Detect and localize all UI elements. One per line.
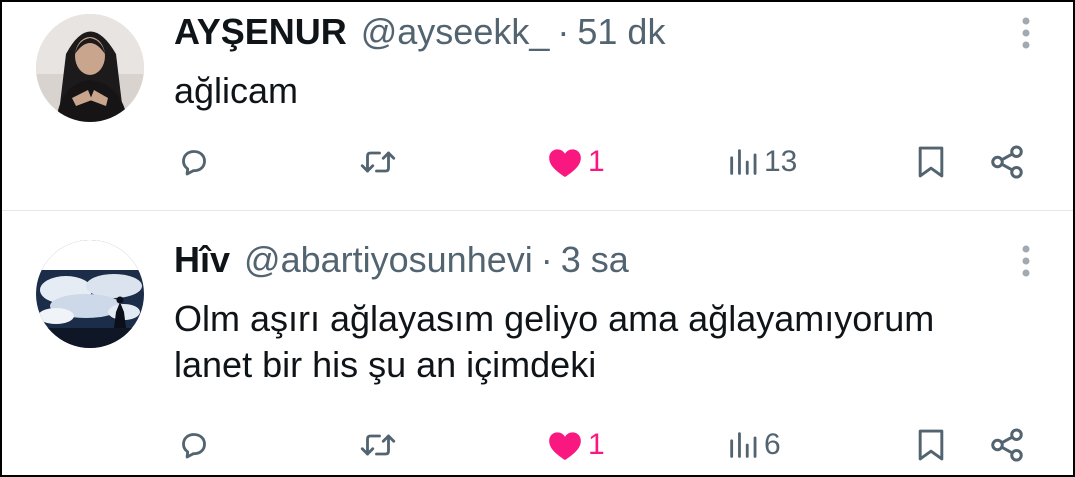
- timestamp[interactable]: 3 sa: [561, 239, 629, 281]
- bookmark-button[interactable]: [914, 420, 948, 470]
- view-count: 13: [764, 145, 798, 178]
- views-button[interactable]: 13: [726, 137, 797, 187]
- share-button[interactable]: [988, 420, 1026, 470]
- bookmark-icon: [918, 429, 944, 461]
- action-bar: 1 13: [2, 137, 1073, 187]
- user-handle[interactable]: @abartiyosunhevi: [244, 239, 533, 281]
- share-icon: [991, 428, 1023, 462]
- tweet-text-line: ağlicam: [174, 70, 299, 111]
- display-name[interactable]: Hîv: [174, 239, 230, 281]
- display-name[interactable]: AYŞENUR: [174, 11, 347, 53]
- tweet-text-line: Olm aşırı ağlayasım geliyo ama ağlayamıy…: [174, 298, 935, 339]
- reply-button[interactable]: [176, 420, 212, 470]
- tweet[interactable]: Hîv @abartiyosunhevi · 3 sa Olm aşırı ağ…: [2, 212, 1073, 475]
- like-count: 1: [588, 428, 605, 461]
- divider: [2, 210, 1073, 211]
- separator-dot: ·: [540, 239, 553, 280]
- action-bar: 1 6: [2, 420, 1073, 470]
- tweet-header: Hîv @abartiyosunhevi · 3 sa: [174, 238, 629, 282]
- views-icon: [730, 432, 757, 458]
- separator-dot: ·: [557, 11, 570, 52]
- like-button[interactable]: 1: [546, 137, 605, 187]
- retweet-button[interactable]: [358, 420, 398, 470]
- like-count: 1: [588, 145, 605, 178]
- reply-icon: [182, 150, 206, 176]
- tweet[interactable]: AYŞENUR @ayseekk_ · 51 dk ağlicam 1 13: [2, 2, 1073, 210]
- tweet-text-line: lanet bir his şu an içimdeki: [174, 344, 597, 385]
- like-button[interactable]: 1: [546, 420, 605, 470]
- views-icon: [730, 149, 757, 175]
- retweet-button[interactable]: [358, 137, 398, 187]
- share-icon: [991, 145, 1023, 179]
- heart-filled-icon: [549, 432, 581, 461]
- avatar[interactable]: [36, 14, 144, 122]
- share-button[interactable]: [988, 137, 1026, 187]
- timestamp[interactable]: 51 dk: [577, 11, 665, 53]
- bookmark-button[interactable]: [914, 137, 948, 187]
- reply-button[interactable]: [176, 137, 212, 187]
- retweet-icon: [360, 151, 396, 173]
- tweet-thread: AYŞENUR @ayseekk_ · 51 dk ağlicam 1 13 H…: [0, 0, 1075, 477]
- avatar[interactable]: [36, 240, 144, 348]
- tweet-text: Olm aşırı ağlayasım geliyo ama ağlayamıy…: [174, 296, 1054, 388]
- more-vertical-icon[interactable]: [1016, 242, 1036, 282]
- views-button[interactable]: 6: [726, 420, 781, 470]
- user-handle[interactable]: @ayseekk_: [361, 11, 550, 53]
- reply-icon: [182, 433, 206, 459]
- tweet-text: ağlicam: [174, 68, 1054, 114]
- view-count: 6: [764, 428, 781, 461]
- more-vertical-icon[interactable]: [1016, 14, 1036, 54]
- bookmark-icon: [918, 146, 944, 178]
- tweet-header: AYŞENUR @ayseekk_ · 51 dk: [174, 10, 665, 54]
- heart-filled-icon: [549, 149, 581, 178]
- retweet-icon: [360, 434, 396, 456]
